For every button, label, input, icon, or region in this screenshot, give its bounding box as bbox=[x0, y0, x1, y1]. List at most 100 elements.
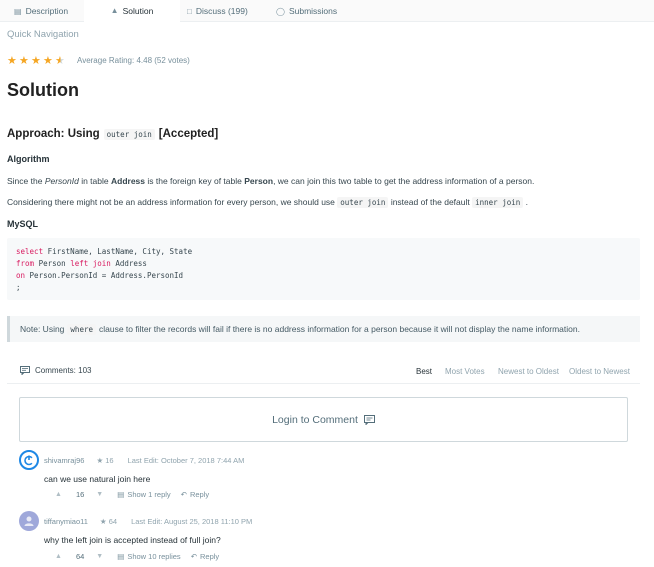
text: Considering there might not be an addres… bbox=[7, 197, 335, 207]
comment-actions: ▲ 64 ▼ ▤ Show 10 replies ↶ Reply bbox=[55, 552, 229, 561]
comment-icon bbox=[363, 414, 375, 425]
approach-suffix: [Accepted] bbox=[158, 128, 219, 140]
vote-count: 64 bbox=[75, 552, 85, 561]
star-icon[interactable]: ★ bbox=[43, 54, 53, 67]
comments-count: Comments: 103 bbox=[20, 366, 91, 375]
code-line: on Person.PersonId = Address.PersonId bbox=[16, 270, 631, 282]
text: clause to filter the records will fail i… bbox=[99, 324, 580, 334]
edited-time: Last Edit: August 25, 2018 11:10 PM bbox=[131, 516, 253, 526]
algorithm-paragraph: Since the PersonId in table Address is t… bbox=[7, 176, 534, 186]
keyword: select bbox=[16, 247, 44, 256]
tab-label: Submissions bbox=[288, 6, 338, 16]
keyword: on bbox=[16, 271, 26, 280]
sort-most-votes[interactable]: Most Votes bbox=[445, 367, 485, 376]
comment-header: shivamraj96 ★ 16 Last Edit: October 7, 2… bbox=[19, 450, 244, 470]
code-text: Person.PersonId = Address.PersonId bbox=[25, 271, 184, 280]
reputation: ★ 64 bbox=[99, 516, 118, 526]
sort-newest[interactable]: Newest to Oldest bbox=[498, 367, 559, 376]
comment-text: can we use natural join here bbox=[44, 474, 151, 484]
comment-icon bbox=[20, 366, 30, 375]
tab-bar: ▤ Description ▲ Solution □ Discuss (199)… bbox=[0, 0, 654, 23]
avatar[interactable] bbox=[19, 450, 39, 470]
user-icon bbox=[24, 516, 34, 526]
reply-button[interactable]: ↶ Reply bbox=[191, 552, 219, 561]
tab-submissions[interactable]: ◯ Submissions bbox=[276, 0, 337, 22]
login-label: Login to Comment bbox=[272, 413, 358, 426]
sql-code-block[interactable]: select FirstName, LastName, City, State … bbox=[7, 238, 640, 300]
text: Address bbox=[110, 176, 145, 186]
reputation-value: 16 bbox=[105, 455, 114, 465]
star-icon[interactable]: ★ bbox=[7, 54, 17, 67]
join-paragraph: Considering there might not be an addres… bbox=[7, 197, 529, 208]
avatar[interactable] bbox=[19, 511, 39, 531]
downvote-icon[interactable]: ▼ bbox=[96, 553, 103, 560]
star-icon[interactable]: ★ bbox=[19, 54, 29, 67]
comment-icon: ▤ bbox=[117, 490, 125, 499]
inline-code: outer join bbox=[337, 197, 389, 208]
tab-description[interactable]: ▤ Description bbox=[14, 0, 68, 22]
reply-button[interactable]: ↶ Reply bbox=[181, 490, 209, 499]
comment-text: why the left join is accepted instead of… bbox=[44, 535, 221, 545]
reply-label: Reply bbox=[189, 490, 210, 499]
text: is the foreign key of table bbox=[145, 176, 245, 186]
comment-icon: ▤ bbox=[117, 552, 125, 561]
comment-actions: ▲ 16 ▼ ▤ Show 1 reply ↶ Reply bbox=[55, 490, 219, 499]
upvote-icon[interactable]: ▲ bbox=[55, 491, 62, 498]
upvote-icon[interactable]: ▲ bbox=[55, 553, 62, 560]
username[interactable]: shivamraj96 bbox=[44, 456, 84, 465]
page-title: Solution bbox=[7, 80, 79, 100]
vote-count: 16 bbox=[75, 490, 85, 499]
text: in table bbox=[78, 176, 111, 186]
reply-icon: ↶ bbox=[190, 552, 197, 561]
flask-icon: ▲ bbox=[110, 6, 119, 15]
tab-label: Discuss (199) bbox=[195, 6, 248, 16]
text: Since the bbox=[7, 176, 45, 186]
mysql-heading: MySQL bbox=[7, 219, 39, 229]
sort-best[interactable]: Best bbox=[416, 367, 432, 376]
text: . bbox=[525, 197, 529, 207]
code-line: select FirstName, LastName, City, State bbox=[16, 246, 631, 258]
edited-time: Last Edit: October 7, 2018 7:44 AM bbox=[127, 455, 245, 465]
reputation: ★ 16 bbox=[96, 455, 114, 465]
algorithm-heading: Algorithm bbox=[7, 154, 50, 164]
username[interactable]: tiffanymiao11 bbox=[44, 517, 88, 526]
sort-oldest[interactable]: Oldest to Newest bbox=[569, 367, 630, 376]
reply-icon: ↶ bbox=[180, 490, 187, 499]
quick-navigation-link[interactable]: Quick Navigation bbox=[7, 29, 79, 40]
text: Person bbox=[244, 176, 274, 186]
rating: ★ ★ ★ ★ ★ Average Rating: 4.48 (52 votes… bbox=[7, 54, 190, 67]
show-replies-label: Show 1 reply bbox=[127, 490, 171, 499]
average-rating: Average Rating: 4.48 (52 votes) bbox=[77, 56, 190, 65]
clock-icon: ◯ bbox=[276, 6, 285, 16]
half-star-icon[interactable]: ★ bbox=[55, 54, 65, 67]
discuss-icon: □ bbox=[187, 6, 192, 16]
comments-count-label: Comments: 103 bbox=[35, 366, 92, 375]
power-logo-icon bbox=[24, 455, 34, 466]
inline-code: inner join bbox=[472, 197, 524, 208]
description-icon: ▤ bbox=[14, 6, 22, 16]
code-text: Person bbox=[34, 259, 71, 268]
show-replies-button[interactable]: ▤ Show 10 replies bbox=[117, 552, 180, 561]
approach-code: outer join bbox=[103, 128, 155, 140]
code-text: FirstName, LastName, City, State bbox=[43, 247, 193, 256]
text: instead of the default bbox=[390, 197, 470, 207]
tab-solution[interactable]: ▲ Solution bbox=[84, 0, 180, 23]
tab-label: Solution bbox=[122, 5, 154, 16]
downvote-icon[interactable]: ▼ bbox=[96, 491, 103, 498]
keyword: from bbox=[16, 259, 35, 268]
reputation-value: 64 bbox=[108, 516, 118, 526]
approach-prefix: Approach: Using bbox=[7, 128, 100, 140]
note-callout: Note: Using where clause to filter the r… bbox=[7, 316, 640, 342]
reply-label: Reply bbox=[199, 552, 220, 561]
keyword: left join bbox=[70, 259, 111, 268]
text: Note: Using bbox=[20, 324, 65, 334]
tab-discuss[interactable]: □ Discuss (199) bbox=[187, 0, 248, 22]
show-replies-button[interactable]: ▤ Show 1 reply bbox=[117, 490, 170, 499]
star-icon[interactable]: ★ bbox=[31, 54, 41, 67]
code-text: Address bbox=[110, 259, 147, 268]
text: , we can join this two table to get the … bbox=[273, 176, 535, 186]
approach-heading: Approach: Using outer join [Accepted] bbox=[7, 128, 218, 140]
text: PersonId bbox=[44, 176, 79, 186]
code-line: from Person left join Address bbox=[16, 258, 631, 270]
login-to-comment-button[interactable]: Login to Comment bbox=[19, 397, 628, 442]
